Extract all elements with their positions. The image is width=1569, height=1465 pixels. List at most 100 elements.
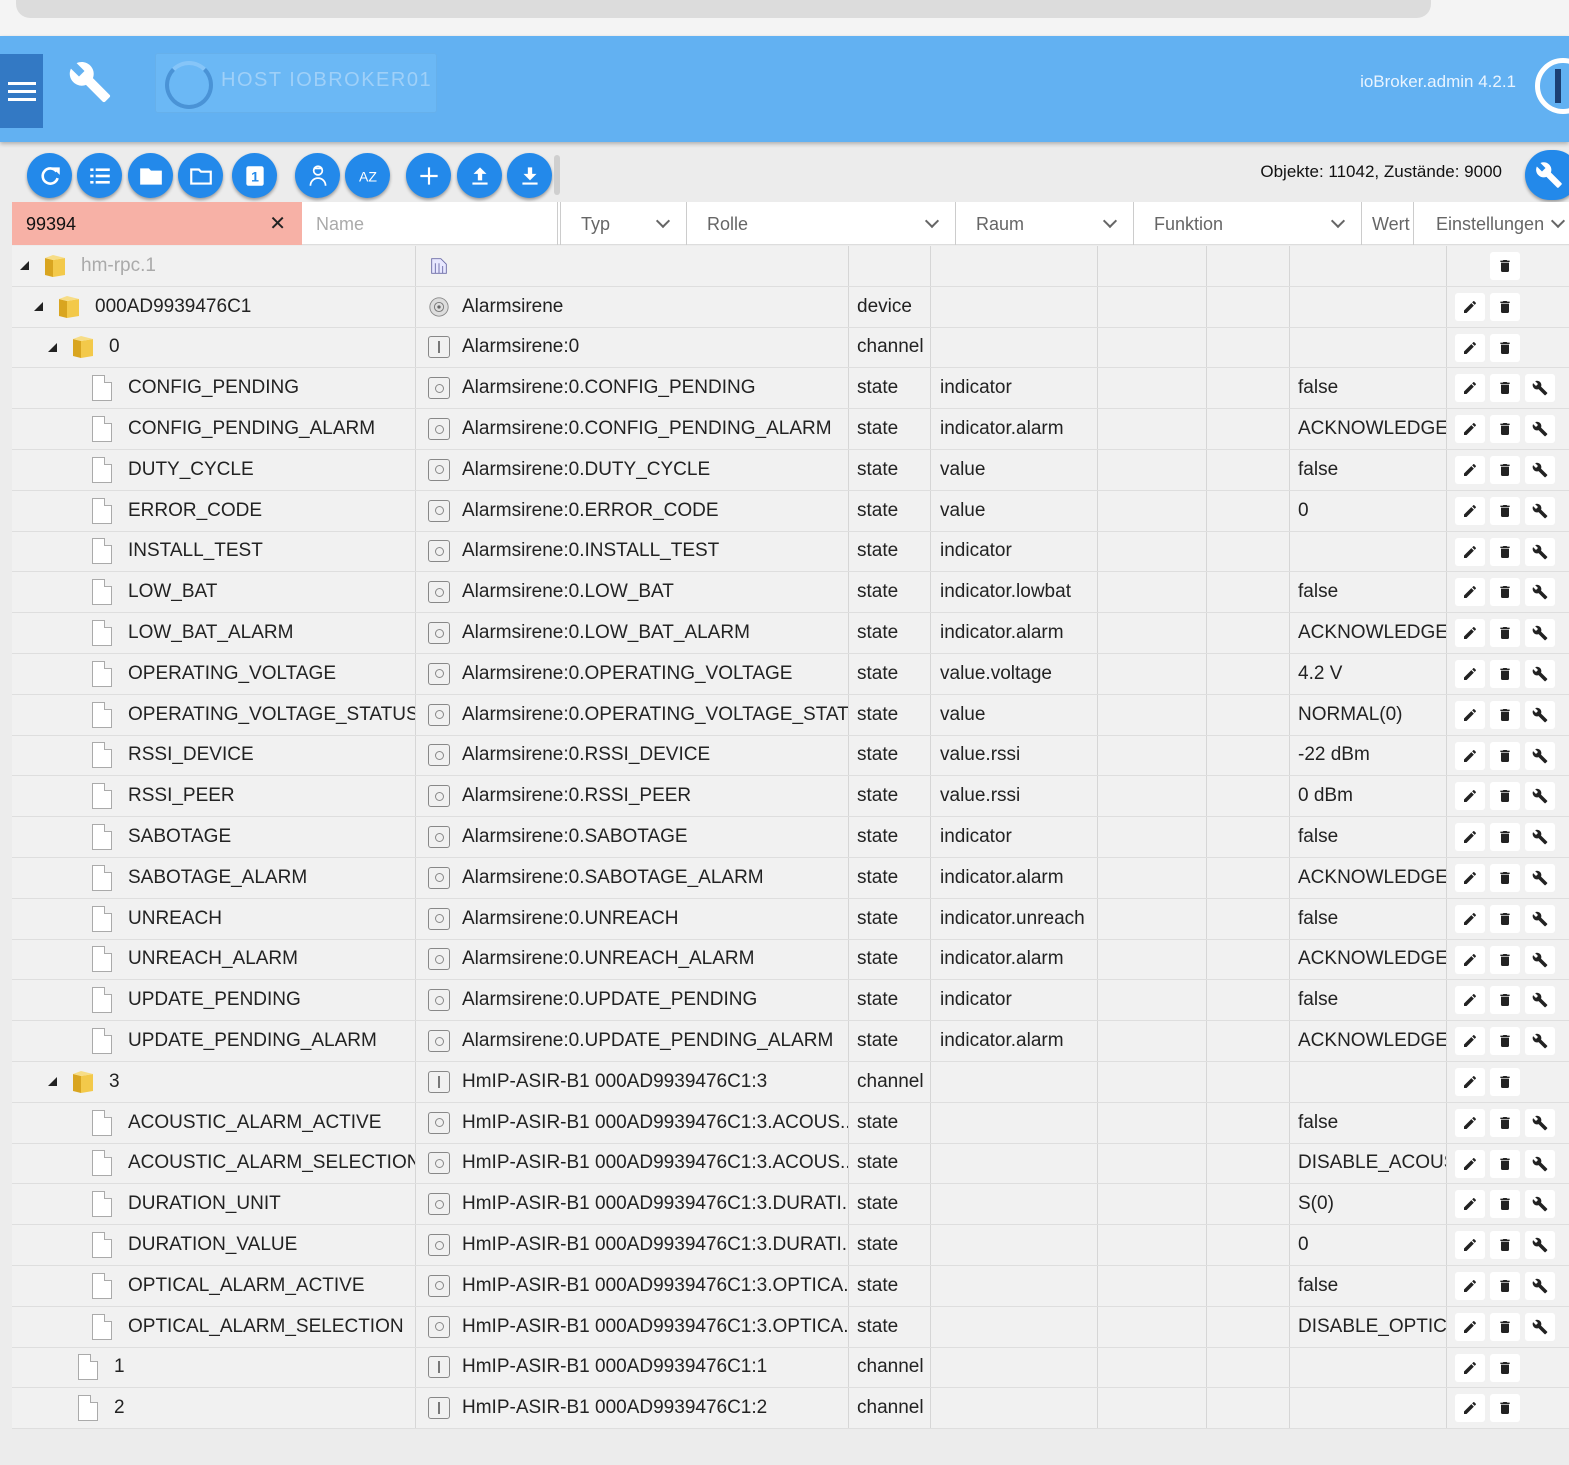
edit-button[interactable]	[1455, 455, 1485, 484]
value-cell[interactable]: false	[1290, 817, 1447, 857]
delete-button[interactable]	[1490, 1312, 1520, 1341]
table-row[interactable]: SABOTAGE_ALARM Alarmsirene:0.SABOTAGE_ALA…	[12, 857, 1569, 899]
value-cell[interactable]: ACKNOWLEDGED	[1290, 857, 1447, 898]
value-cell[interactable]	[1290, 286, 1447, 327]
menu-icon[interactable]	[0, 54, 43, 128]
value-cell[interactable]: -22 dBm	[1290, 735, 1447, 776]
expand-one-level-button[interactable]: 1	[232, 153, 277, 198]
edit-button[interactable]	[1455, 578, 1485, 607]
table-row[interactable]: OPTICAL_ALARM_ACTIVE HmIP-ASIR-B1 000AD99…	[12, 1265, 1569, 1307]
rolle-filter-select[interactable]: Rolle	[686, 202, 955, 245]
custom-settings-button[interactable]	[1525, 863, 1555, 892]
value-cell[interactable]: DISABLE_ACOUS	[1290, 1143, 1447, 1184]
delete-button[interactable]	[1490, 619, 1520, 648]
value-cell[interactable]	[1290, 531, 1447, 572]
table-row[interactable]: LOW_BAT Alarmsirene:0.LOW_BAT state indicat…	[12, 572, 1569, 614]
custom-settings-button[interactable]	[1525, 537, 1555, 566]
edit-button[interactable]	[1455, 863, 1485, 892]
edit-button[interactable]	[1455, 904, 1485, 933]
value-cell[interactable]: false	[1290, 449, 1447, 490]
value-cell[interactable]	[1290, 1061, 1447, 1102]
table-row[interactable]: OPTICAL_ALARM_SELECTION HmIP-ASIR-B1 000A…	[12, 1306, 1569, 1348]
delete-button[interactable]	[1490, 1271, 1520, 1300]
table-row[interactable]: 0 Alarmsirene:0 channel	[12, 327, 1569, 369]
delete-button[interactable]	[1490, 537, 1520, 566]
delete-button[interactable]	[1490, 986, 1520, 1015]
clear-filter-icon[interactable]: ✕	[269, 211, 286, 236]
value-cell[interactable]: false	[1290, 1265, 1447, 1306]
delete-button[interactable]	[1490, 1149, 1520, 1178]
value-cell[interactable]: false	[1290, 898, 1447, 939]
refresh-button[interactable]	[27, 153, 72, 198]
table-row[interactable]: ACOUSTIC_ALARM_SELECTION HmIP-ASIR-B1 000…	[12, 1143, 1569, 1185]
custom-settings-button[interactable]	[1525, 659, 1555, 688]
table-row[interactable]: ACOUSTIC_ALARM_ACTIVE HmIP-ASIR-B1 000AD9…	[12, 1102, 1569, 1144]
table-row[interactable]: SABOTAGE Alarmsirene:0.SABOTAGE state indic…	[12, 817, 1569, 858]
custom-settings-button[interactable]	[1525, 945, 1555, 974]
custom-settings-button[interactable]	[1525, 578, 1555, 607]
edit-button[interactable]	[1455, 1067, 1485, 1096]
upload-button[interactable]	[457, 153, 502, 198]
edit-button[interactable]	[1455, 741, 1485, 770]
table-row[interactable]: UPDATE_PENDING_ALARM Alarmsirene:0.UPDATE…	[12, 1021, 1569, 1062]
edit-button[interactable]	[1455, 700, 1485, 729]
delete-button[interactable]	[1490, 496, 1520, 525]
value-cell[interactable]: DISABLE_OPTICA	[1290, 1306, 1447, 1347]
table-row[interactable]: 3 HmIP-ASIR-B1 000AD9939476C1:3 channel	[12, 1061, 1569, 1103]
table-row[interactable]: ERROR_CODE Alarmsirene:0.ERROR_CODE state v…	[12, 490, 1569, 532]
custom-settings-button[interactable]	[1525, 700, 1555, 729]
edit-button[interactable]	[1455, 659, 1485, 688]
expand-all-button[interactable]	[178, 153, 223, 198]
custom-settings-button[interactable]	[1525, 1312, 1555, 1341]
funktion-filter-select[interactable]: Funktion	[1133, 202, 1361, 245]
delete-button[interactable]	[1490, 945, 1520, 974]
value-cell[interactable]: false	[1290, 980, 1447, 1021]
collapse-all-button[interactable]	[128, 153, 173, 198]
custom-settings-button[interactable]	[1525, 823, 1555, 852]
value-cell[interactable]: false	[1290, 572, 1447, 613]
einstellungen-select[interactable]: Einstellungen	[1418, 202, 1569, 245]
edit-button[interactable]	[1455, 415, 1485, 444]
host-selector[interactable]: HOST IOBROKER01	[155, 53, 437, 113]
value-cell[interactable]	[1290, 1388, 1447, 1429]
delete-button[interactable]	[1490, 1067, 1520, 1096]
list-view-button[interactable]	[77, 153, 122, 198]
table-row[interactable]: INSTALL_TEST Alarmsirene:0.INSTALL_TEST st…	[12, 531, 1569, 573]
wrench-icon[interactable]	[68, 60, 112, 104]
download-button[interactable]	[507, 153, 552, 198]
value-cell[interactable]	[1290, 327, 1447, 368]
value-cell[interactable]: ACKNOWLEDGED	[1290, 613, 1447, 653]
value-cell[interactable]: 4.2 V	[1290, 653, 1447, 694]
custom-settings-button[interactable]	[1525, 496, 1555, 525]
name-filter-input[interactable]: Name	[304, 202, 558, 245]
table-row[interactable]: LOW_BAT_ALARM Alarmsirene:0.LOW_BAT_ALARM…	[12, 613, 1569, 654]
edit-button[interactable]	[1455, 782, 1485, 811]
table-row[interactable]: 2 HmIP-ASIR-B1 000AD9939476C1:2 channel	[12, 1388, 1569, 1430]
delete-button[interactable]	[1490, 659, 1520, 688]
delete-button[interactable]	[1490, 863, 1520, 892]
custom-settings-button[interactable]	[1525, 1271, 1555, 1300]
expand-toggle-icon[interactable]	[20, 261, 29, 271]
delete-button[interactable]	[1490, 904, 1520, 933]
typ-filter-select[interactable]: Typ	[560, 202, 686, 245]
sort-az-button[interactable]: AZ	[345, 153, 390, 198]
table-row[interactable]: 1 HmIP-ASIR-B1 000AD9939476C1:1 channel	[12, 1347, 1569, 1389]
edit-button[interactable]	[1455, 986, 1485, 1015]
value-cell[interactable]	[1290, 1347, 1447, 1388]
delete-button[interactable]	[1490, 578, 1520, 607]
edit-button[interactable]	[1455, 945, 1485, 974]
edit-button[interactable]	[1455, 823, 1485, 852]
expand-toggle-icon[interactable]	[34, 302, 43, 312]
custom-settings-button[interactable]	[1525, 986, 1555, 1015]
custom-settings-button[interactable]	[1525, 1027, 1555, 1056]
delete-button[interactable]	[1490, 333, 1520, 362]
table-row[interactable]: UNREACH_ALARM Alarmsirene:0.UNREACH_ALARM…	[12, 939, 1569, 981]
edit-button[interactable]	[1455, 1312, 1485, 1341]
table-row[interactable]: DURATION_UNIT HmIP-ASIR-B1 000AD9939476C1…	[12, 1184, 1569, 1226]
delete-button[interactable]	[1490, 741, 1520, 770]
delete-button[interactable]	[1490, 415, 1520, 444]
delete-button[interactable]	[1490, 1231, 1520, 1260]
edit-button[interactable]	[1455, 1394, 1485, 1423]
value-cell[interactable]: false	[1290, 1102, 1447, 1143]
delete-button[interactable]	[1490, 1027, 1520, 1056]
